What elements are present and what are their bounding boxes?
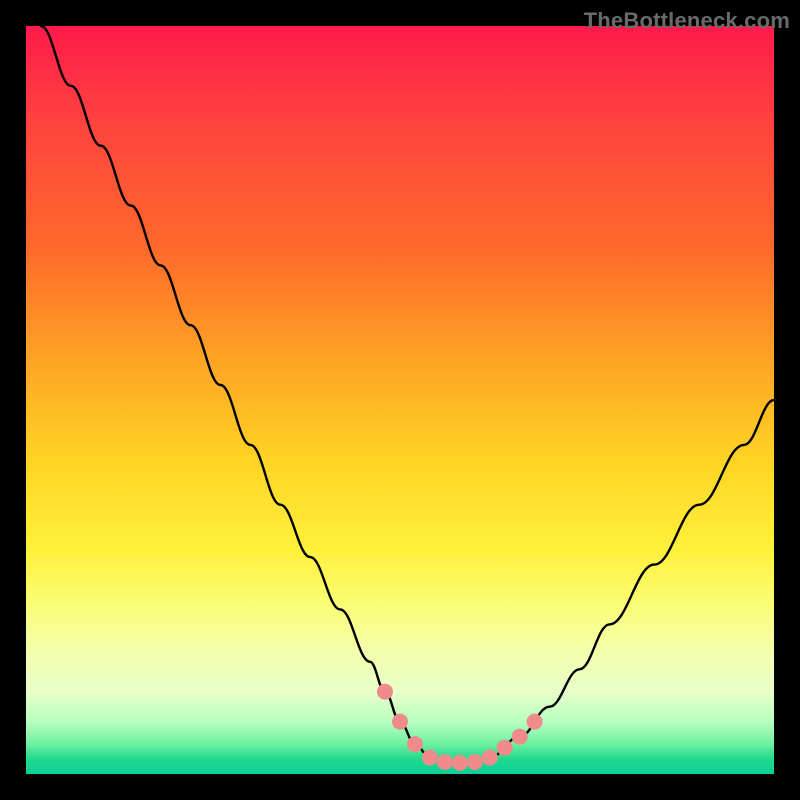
highlight-dot xyxy=(452,755,468,771)
watermark-text: TheBottleneck.com xyxy=(584,8,790,34)
plot-area xyxy=(26,26,774,774)
highlight-dot xyxy=(527,714,543,730)
highlight-dot xyxy=(422,750,438,766)
chart-container: TheBottleneck.com xyxy=(0,0,800,800)
highlight-dot xyxy=(512,729,528,745)
highlight-dot xyxy=(392,714,408,730)
highlight-dot xyxy=(467,754,483,770)
highlight-dot xyxy=(437,754,453,770)
highlight-dot xyxy=(377,684,393,700)
highlight-dot xyxy=(482,750,498,766)
highlight-dot xyxy=(497,740,513,756)
curve-layer xyxy=(26,26,774,774)
highlight-dot xyxy=(407,736,423,752)
bottleneck-curve xyxy=(41,26,774,763)
highlight-dots-group xyxy=(377,684,543,771)
